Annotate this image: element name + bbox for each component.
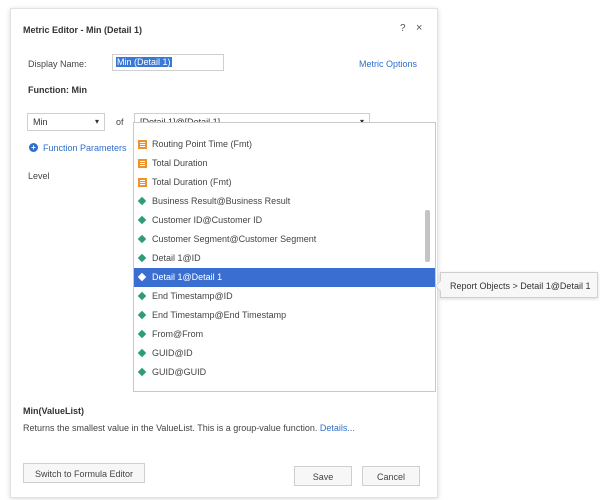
attribute-icon (137, 291, 147, 301)
attribute-icon (137, 348, 147, 358)
dropdown-item-label: Customer ID@Customer ID (152, 215, 263, 225)
dropdown-item-label: GUID@ID (152, 348, 193, 358)
of-label: of (116, 117, 124, 127)
dropdown-item-label: Routing Point Time (Fmt) (152, 139, 253, 149)
dropdown-item[interactable]: End Timestamp@ID (134, 287, 435, 306)
function-heading: Function: Min (28, 85, 87, 95)
dropdown-item-label: Total Duration (Fmt) (152, 177, 232, 187)
attribute-icon (137, 196, 147, 206)
dropdown-item[interactable]: GUID@GUID (134, 363, 435, 382)
dropdown-item[interactable]: Detail 1@Detail 1 (134, 268, 435, 287)
aggregation-value: Min (33, 117, 48, 127)
chevron-down-icon: ▾ (94, 117, 99, 126)
attribute-icon (137, 234, 147, 244)
dropdown-item[interactable]: Routing Point Time (Fmt) (134, 135, 435, 154)
cancel-button[interactable]: Cancel (362, 466, 420, 486)
attribute-icon (137, 367, 147, 377)
dropdown-item[interactable]: Total Duration (Fmt) (134, 173, 435, 192)
display-name-input[interactable]: Min (Detail 1) (112, 54, 224, 71)
dropdown-item-label: Total Duration (152, 158, 208, 168)
plus-circle-icon[interactable]: + (29, 143, 38, 152)
dropdown-item-label: Business Result@Business Result (152, 196, 291, 206)
attribute-icon (137, 272, 147, 282)
dropdown-item-label: GUID@GUID (152, 367, 207, 377)
metric-icon (138, 178, 147, 187)
metric-options-link[interactable]: Metric Options (359, 59, 417, 69)
function-description-text: Returns the smallest value in the ValueL… (23, 423, 318, 433)
metric-icon (138, 140, 147, 149)
dropdown-item[interactable]: From@From (134, 325, 435, 344)
save-button[interactable]: Save (294, 466, 352, 486)
dropdown-item[interactable]: Customer Segment@Customer Segment (134, 230, 435, 249)
level-label: Level (28, 171, 50, 181)
dropdown-item[interactable]: Total Duration (134, 154, 435, 173)
dropdown-item[interactable]: Customer ID@Customer ID (134, 211, 435, 230)
aggregation-select[interactable]: Min ▾ (27, 113, 105, 131)
dropdown-item-label: Detail 1@ID (152, 253, 201, 263)
dropdown-item[interactable]: End Timestamp@End Timestamp (134, 306, 435, 325)
dropdown-item-label: End Timestamp@End Timestamp (152, 310, 287, 320)
attribute-icon (137, 310, 147, 320)
details-link[interactable]: Details... (320, 423, 355, 433)
switch-to-formula-editor-button[interactable]: Switch to Formula Editor (23, 463, 145, 483)
dropdown-item[interactable]: Detail 1@ID (134, 249, 435, 268)
attribute-icon (137, 329, 147, 339)
function-signature: Min(ValueList) (23, 406, 85, 416)
dropdown-scrollbar[interactable] (425, 210, 430, 262)
object-tooltip: Report Objects > Detail 1@Detail 1 (435, 272, 598, 298)
dropdown-item[interactable]: Business Result@Business Result (134, 192, 435, 211)
close-icon[interactable]: × (416, 22, 422, 34)
dropdown-item-label: Detail 1@Detail 1 (152, 272, 223, 282)
display-name-value: Min (Detail 1) (116, 57, 172, 67)
metric-icon (138, 159, 147, 168)
attribute-icon (137, 215, 147, 225)
dropdown-item[interactable]: GUID@ID (134, 344, 435, 363)
dropdown-item-label: End Timestamp@ID (152, 291, 233, 301)
dropdown-item-label: Customer Segment@Customer Segment (152, 234, 317, 244)
function-description: Returns the smallest value in the ValueL… (23, 423, 355, 433)
attribute-dropdown-list[interactable]: Routing Point Time (Fmt) Total Duration To… (133, 122, 436, 392)
help-icon[interactable]: ? (400, 23, 406, 34)
display-name-label: Display Name: (28, 59, 87, 69)
attribute-icon (137, 253, 147, 263)
dialog-title: Metric Editor - Min (Detail 1) (23, 25, 143, 35)
dropdown-item-label: From@From (152, 329, 204, 339)
function-parameters-link[interactable]: Function Parameters (43, 143, 127, 153)
